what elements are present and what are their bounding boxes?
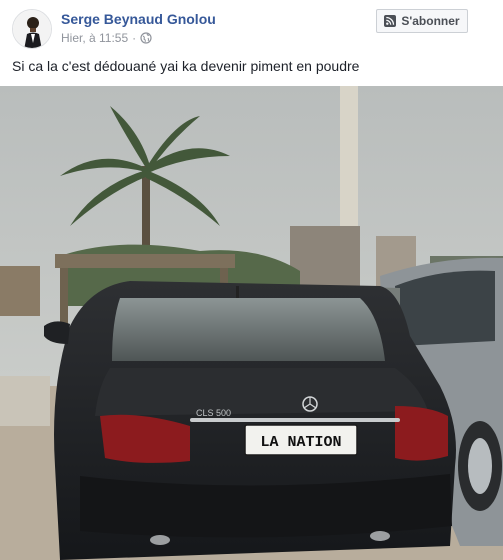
avatar-person-icon bbox=[13, 10, 51, 48]
subscribe-button[interactable]: S'abonner bbox=[376, 9, 468, 33]
facebook-post: Serge Beynaud Gnolou Hier, à 11:55 · S'a… bbox=[0, 0, 503, 560]
post-text: Si ca la c'est dédouané yai ka devenir p… bbox=[12, 58, 360, 74]
post-timestamp[interactable]: Hier, à 11:55 bbox=[61, 31, 128, 45]
meta-separator: · bbox=[132, 31, 137, 45]
model-badge: CLS 500 bbox=[196, 408, 231, 418]
author-name[interactable]: Serge Beynaud Gnolou bbox=[61, 11, 216, 27]
author-avatar[interactable] bbox=[12, 9, 52, 49]
license-plate: LA NATION bbox=[260, 434, 341, 451]
post-photo[interactable]: CLS 500 LA NATION bbox=[0, 86, 503, 560]
subscribe-label: S'abonner bbox=[401, 14, 460, 28]
post-meta: Hier, à 11:55 · bbox=[61, 31, 152, 45]
car-photo-illustration: CLS 500 LA NATION bbox=[0, 86, 503, 560]
rss-icon bbox=[384, 15, 397, 27]
globe-icon[interactable] bbox=[140, 32, 152, 44]
